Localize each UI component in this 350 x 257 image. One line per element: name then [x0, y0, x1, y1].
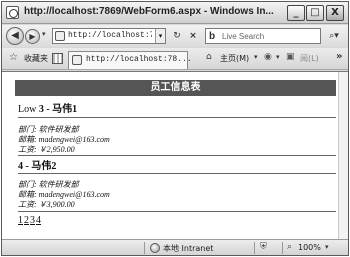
home-button[interactable]: 主页(M)	[220, 53, 249, 64]
record-name: 3 - 马伟1	[38, 104, 78, 115]
quick-tabs-icon[interactable]	[52, 53, 63, 64]
page-link-2[interactable]: 2	[24, 215, 29, 226]
favorites-button[interactable]: 收藏夹	[24, 53, 48, 64]
feeds-icon[interactable]: ◉	[264, 52, 272, 62]
forward-button[interactable]: ▶	[25, 29, 40, 44]
page-content: 员工信息表 Low 3 - 马伟1 部门: 软件研发部 邮箱: madengwe…	[2, 71, 348, 240]
ie-logo-icon	[6, 6, 19, 19]
status-divider	[282, 242, 283, 254]
record-name: 4 - 马伟2	[18, 161, 57, 172]
status-bar: 本地 Intranet ⛨ ⌕ 100% ▾	[2, 239, 348, 255]
home-dropdown-icon[interactable]: ▾	[254, 53, 258, 61]
address-input[interactable]: http://localhost:7	[68, 31, 152, 43]
search-box[interactable]: b Live Search	[205, 28, 321, 44]
refresh-button[interactable]: ↻	[170, 29, 184, 44]
divider	[18, 117, 336, 118]
page-icon	[55, 31, 65, 41]
feeds-dropdown-icon[interactable]: ▾	[276, 53, 280, 61]
back-button[interactable]: ◀	[6, 27, 24, 45]
browser-window: http://localhost:7869/WebForm6.aspx - Wi…	[1, 1, 349, 256]
record-title: Low 3 - 马伟1	[18, 100, 77, 115]
status-divider	[144, 242, 145, 254]
globe-icon	[150, 243, 160, 253]
command-bar: ☆ 收藏夹 http://localhost:78... ⌂ 主页(M) ▾ ◉…	[2, 48, 348, 70]
maximize-button[interactable]: □	[306, 5, 324, 21]
minimize-button[interactable]: _	[287, 5, 305, 21]
more-commands-button[interactable]: »	[336, 51, 342, 62]
search-input[interactable]: Live Search	[222, 32, 264, 41]
home-icon[interactable]: ⌂	[206, 52, 212, 62]
stop-button[interactable]: ×	[186, 29, 200, 44]
close-button[interactable]: X	[326, 5, 344, 21]
record-salary: 工资: ￥3,900.00	[18, 200, 75, 209]
page-link-3[interactable]: 3	[30, 215, 35, 226]
tab-current[interactable]: http://localhost:78...	[68, 51, 192, 69]
record-title: 4 - 马伟2	[18, 157, 56, 172]
search-button[interactable]: ⌕▾	[324, 29, 344, 43]
star-icon[interactable]: ☆	[9, 52, 18, 63]
status-divider	[254, 242, 255, 254]
zoom-dropdown-icon[interactable]: ▾	[325, 243, 329, 251]
history-dropdown-icon[interactable]: ▾	[42, 30, 46, 38]
read-mail-button[interactable]: 阅(L)	[300, 53, 319, 64]
divider	[18, 211, 336, 212]
tab-page-icon	[72, 55, 82, 65]
address-dropdown-button[interactable]: ▾	[155, 29, 165, 43]
record-salary: 工资: ￥2,950.00	[18, 145, 75, 154]
address-bar[interactable]: http://localhost:7 ▾	[52, 28, 166, 44]
print-icon[interactable]: ▣	[286, 52, 295, 62]
table-title: 员工信息表	[15, 80, 336, 96]
zoom-level[interactable]: 100%	[298, 243, 321, 252]
tab-label: http://localhost:78...	[86, 55, 192, 64]
page-link-4[interactable]: 4	[36, 215, 41, 226]
page-link-1[interactable]: 1	[18, 215, 23, 226]
divider	[18, 173, 336, 174]
security-zone[interactable]: 本地 Intranet	[163, 243, 213, 254]
divider	[18, 155, 336, 156]
title-bar: http://localhost:7869/WebForm6.aspx - Wi…	[2, 2, 348, 24]
record-prefix: Low	[18, 104, 37, 115]
window-title: http://localhost:7869/WebForm6.aspx - Wi…	[24, 6, 274, 17]
shield-icon[interactable]: ⛨	[260, 242, 267, 252]
pager: 1234	[18, 215, 42, 226]
scrollbar-track[interactable]	[338, 72, 348, 240]
navigation-bar: ◀ ▶ ▾ http://localhost:7 ▾ ↻ × b Live Se…	[2, 25, 348, 47]
magnifier-icon[interactable]: ⌕	[287, 242, 292, 252]
live-search-logo-icon: b	[209, 31, 216, 42]
